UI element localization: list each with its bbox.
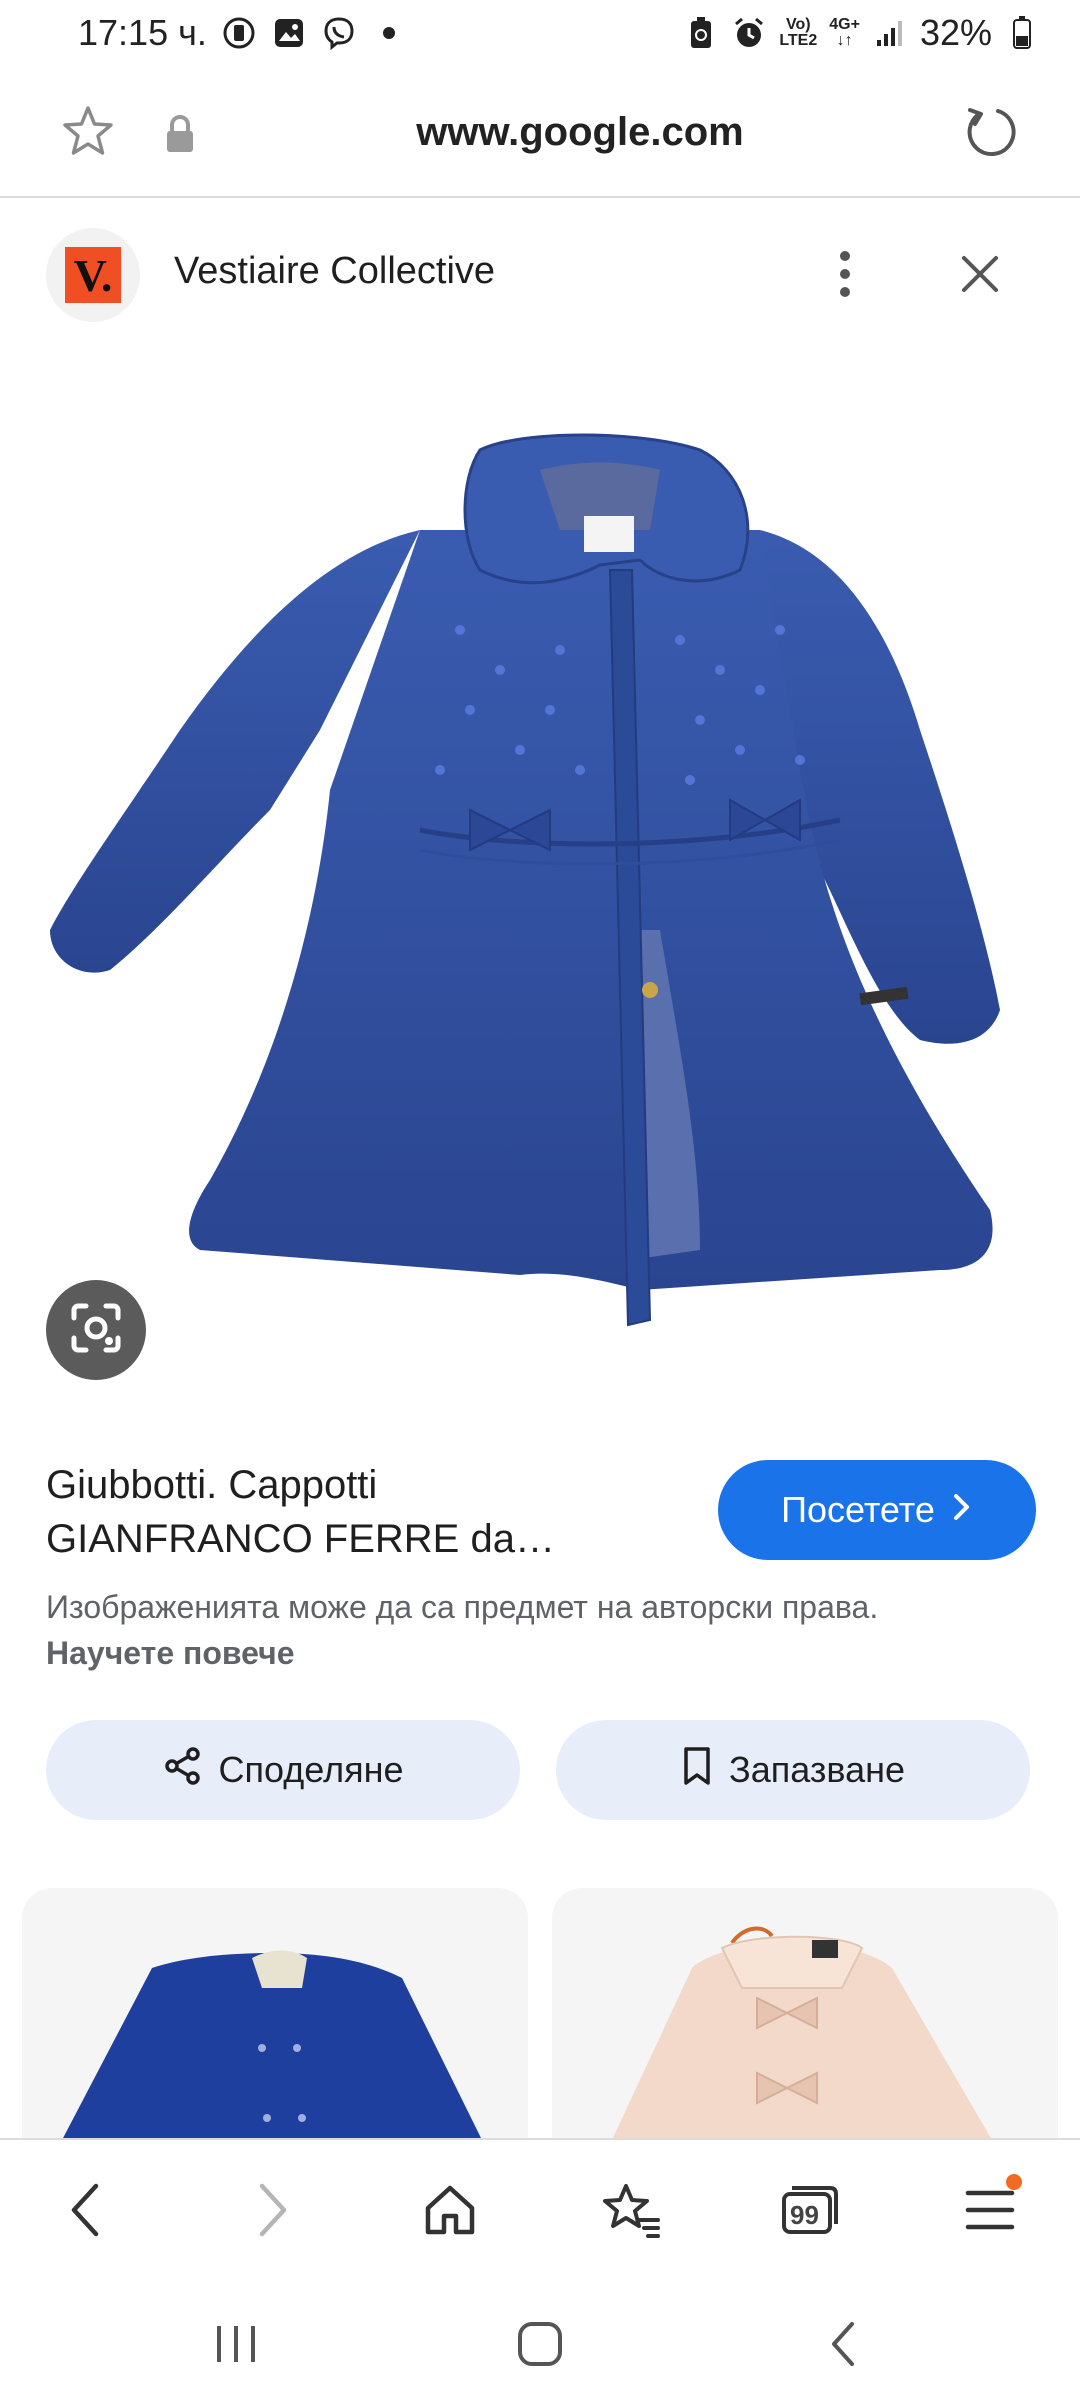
copyright-text: Изображенията може да са предмет на авто… (46, 1589, 879, 1625)
share-label: Споделяне (218, 1749, 404, 1790)
related-image-2[interactable] (552, 1888, 1058, 2140)
home-icon[interactable] (410, 2170, 490, 2250)
gallery-icon (271, 15, 307, 51)
pink-coat-thumbnail (612, 1926, 992, 2140)
back-nav-icon[interactable] (804, 2312, 884, 2376)
lens-icon (68, 1300, 124, 1361)
lens-button[interactable] (46, 1280, 146, 1380)
system-navigation (0, 2278, 1080, 2408)
save-button[interactable]: Запазване (556, 1720, 1030, 1820)
screen-recorder-icon (221, 15, 257, 51)
coat-image (50, 433, 1000, 1327)
battery-saver-icon (683, 15, 719, 51)
status-time: 17:15 ч. (78, 12, 207, 53)
source-header: V. Vestiaire Collective (0, 200, 1080, 350)
main-image[interactable] (0, 370, 1080, 1370)
status-bar: 17:15 ч. Vo) LTE2 4G+ ↓↑ 32% (0, 0, 1080, 66)
result-title[interactable]: Giubbotti. Cappotti GIANFRANCO FERRE da… (46, 1458, 706, 1566)
viber-icon (321, 15, 357, 51)
back-icon[interactable] (46, 2170, 126, 2250)
menu-icon[interactable] (950, 2170, 1030, 2250)
alarm-icon (731, 15, 767, 51)
battery-icon (1004, 15, 1040, 51)
notification-dot-icon (371, 15, 407, 51)
visit-label: Посетете (781, 1489, 935, 1530)
recent-apps-icon[interactable] (196, 2312, 276, 2376)
related-image-1[interactable] (22, 1888, 528, 2140)
source-logo-mark: V. (65, 247, 121, 303)
volte-indicator: Vo) LTE2 (779, 16, 818, 49)
browser-toolbar: 99 (0, 2138, 1080, 2278)
network-type: 4G+ ↓↑ (829, 16, 860, 49)
forward-icon[interactable] (232, 2170, 312, 2250)
title-line-2: GIANFRANCO FERRE da… (46, 1517, 555, 1561)
home-nav-icon[interactable] (500, 2312, 580, 2376)
more-vert-icon[interactable] (830, 244, 860, 304)
tabs-icon[interactable]: 99 (770, 2170, 850, 2250)
blue-coat-thumbnail (62, 1950, 482, 2140)
share-button[interactable]: Споделяне (46, 1720, 520, 1820)
source-logo[interactable]: V. (46, 228, 140, 322)
source-name[interactable]: Vestiaire Collective (174, 250, 495, 293)
reload-icon[interactable] (960, 102, 1020, 162)
save-label: Запазване (728, 1749, 906, 1790)
share-icon (163, 1746, 203, 1795)
url-text[interactable]: www.google.com (0, 110, 1080, 155)
visit-button[interactable]: Посетете (718, 1460, 1036, 1560)
title-line-1: Giubbotti. Cappotti (46, 1463, 378, 1507)
learn-more-link[interactable]: Научете повече (46, 1635, 295, 1671)
url-bar: www.google.com (0, 66, 1080, 198)
bookmark-icon (681, 1746, 713, 1795)
chevron-right-icon (951, 1489, 973, 1531)
copyright-notice: Изображенията може да са предмет на авто… (46, 1584, 946, 1676)
bookmarks-icon[interactable] (590, 2170, 670, 2250)
menu-notification-dot (1006, 2174, 1022, 2190)
battery-percent: 32% (919, 12, 992, 53)
tabs-count: 99 (790, 2200, 819, 2230)
signal-icon (872, 15, 908, 51)
close-icon[interactable] (950, 244, 1010, 304)
